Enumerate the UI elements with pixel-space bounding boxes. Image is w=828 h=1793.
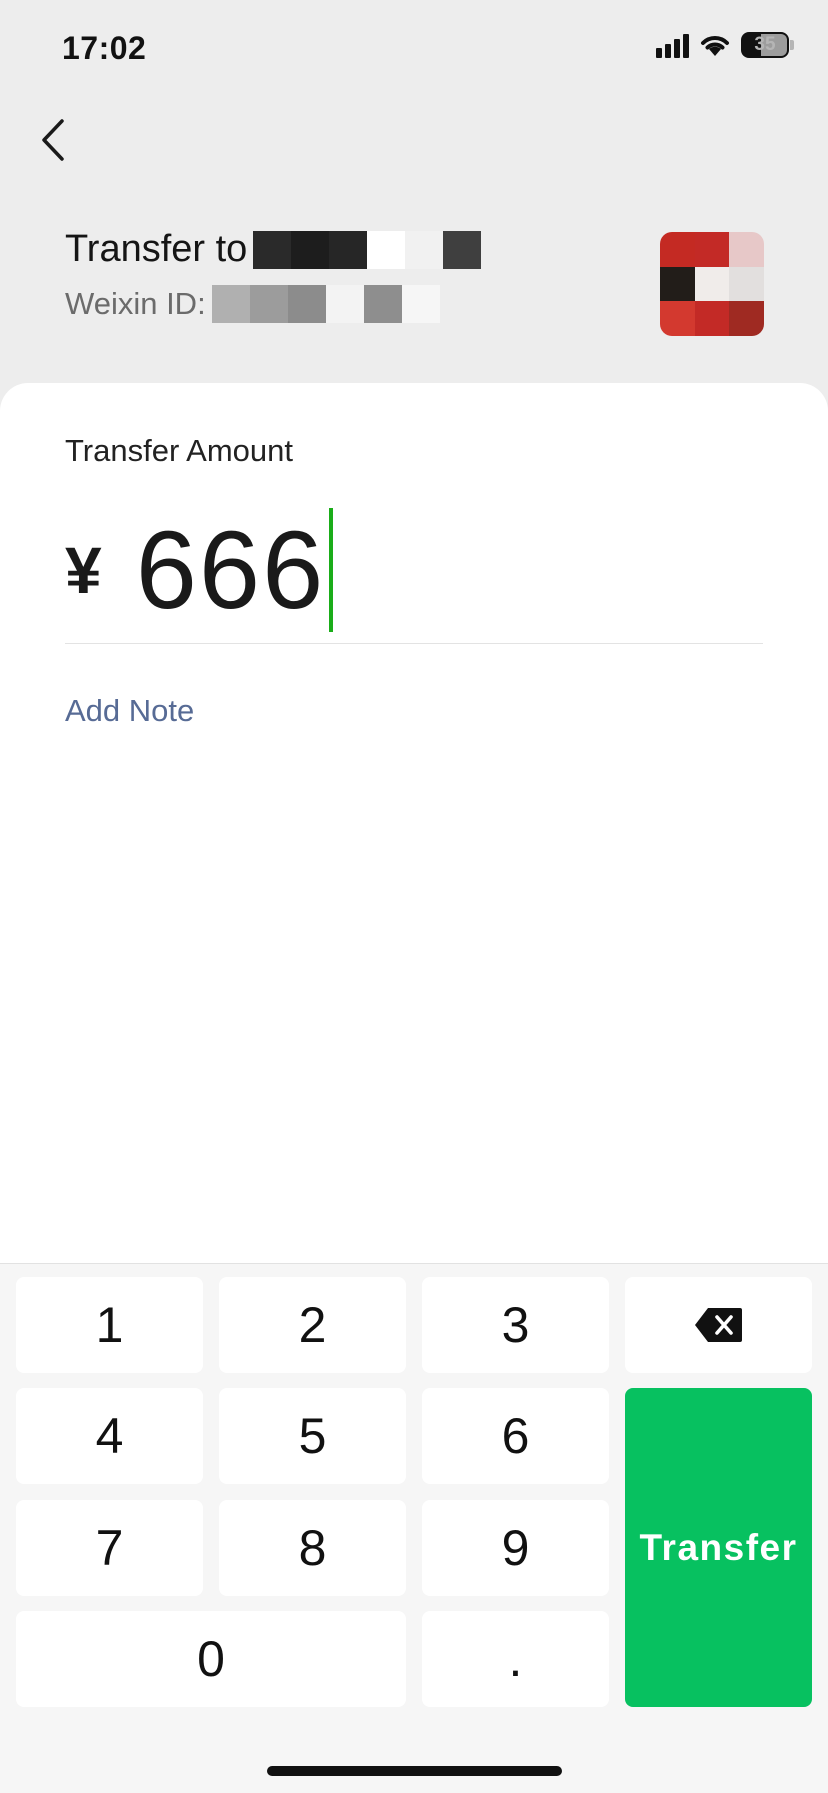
amount-card: Transfer Amount ¥ 666 Add Note — [0, 383, 828, 1263]
mosaic-cell — [405, 230, 444, 269]
currency-symbol: ¥ — [65, 533, 102, 607]
key-2[interactable]: 2 — [219, 1277, 406, 1373]
add-note-link[interactable]: Add Note — [65, 693, 194, 729]
numeric-keypad: 1 2 3 4 5 6 7 8 9 0 . Transfer — [0, 1263, 828, 1793]
mosaic-cell — [729, 266, 764, 302]
weixin-id-label: Weixin ID: — [65, 286, 206, 321]
key-decimal[interactable]: . — [422, 1611, 609, 1707]
transfer-amount-label: Transfer Amount — [65, 433, 294, 468]
key-6[interactable]: 6 — [422, 1388, 609, 1484]
mosaic-cell — [660, 232, 695, 267]
mosaic-cell — [443, 230, 482, 269]
status-icons: 35 — [656, 32, 794, 58]
mosaic-cell — [660, 266, 695, 302]
mosaic-cell — [211, 285, 250, 323]
amount-input[interactable]: ¥ 666 — [65, 505, 334, 635]
key-3[interactable]: 3 — [422, 1277, 609, 1373]
chevron-left-icon — [42, 119, 64, 161]
mosaic-cell — [401, 285, 440, 323]
key-5[interactable]: 5 — [219, 1388, 406, 1484]
back-button[interactable] — [28, 112, 78, 168]
avatar — [660, 232, 764, 336]
mosaic-cell — [253, 230, 292, 269]
mosaic-cell — [694, 266, 730, 302]
cellular-signal-icon — [656, 32, 689, 58]
mosaic-cell — [729, 301, 764, 336]
key-1[interactable]: 1 — [16, 1277, 203, 1373]
key-8[interactable]: 8 — [219, 1500, 406, 1596]
recipient-name-redacted — [253, 230, 482, 269]
mosaic-cell — [694, 232, 730, 267]
mosaic-cell — [694, 301, 730, 336]
status-time: 17:02 — [62, 30, 147, 66]
wifi-icon — [701, 36, 729, 56]
mosaic-cell — [249, 285, 288, 323]
backspace-button[interactable] — [625, 1277, 812, 1373]
battery-level: 35 — [754, 34, 776, 55]
status-bar: 17:02 35 — [0, 0, 828, 100]
amount-value: 666 — [135, 508, 326, 632]
mosaic-cell — [291, 230, 330, 269]
mosaic-cell — [325, 285, 364, 323]
mosaic-cell — [729, 232, 764, 267]
key-9[interactable]: 9 — [422, 1500, 609, 1596]
battery-icon: 35 — [741, 32, 789, 58]
key-0[interactable]: 0 — [16, 1611, 406, 1707]
mosaic-cell — [367, 230, 406, 269]
key-7[interactable]: 7 — [16, 1500, 203, 1596]
mosaic-cell — [660, 301, 695, 336]
amount-divider — [65, 643, 763, 644]
weixin-id-redacted — [211, 285, 440, 323]
home-indicator — [267, 1766, 562, 1776]
key-4[interactable]: 4 — [16, 1388, 203, 1484]
mosaic-cell — [329, 230, 368, 269]
mosaic-cell — [287, 285, 326, 323]
mosaic-cell — [363, 285, 402, 323]
transfer-to-label: Transfer to — [65, 228, 248, 270]
backspace-icon — [694, 1308, 742, 1342]
transfer-button[interactable]: Transfer — [625, 1388, 812, 1707]
text-cursor — [329, 508, 334, 632]
